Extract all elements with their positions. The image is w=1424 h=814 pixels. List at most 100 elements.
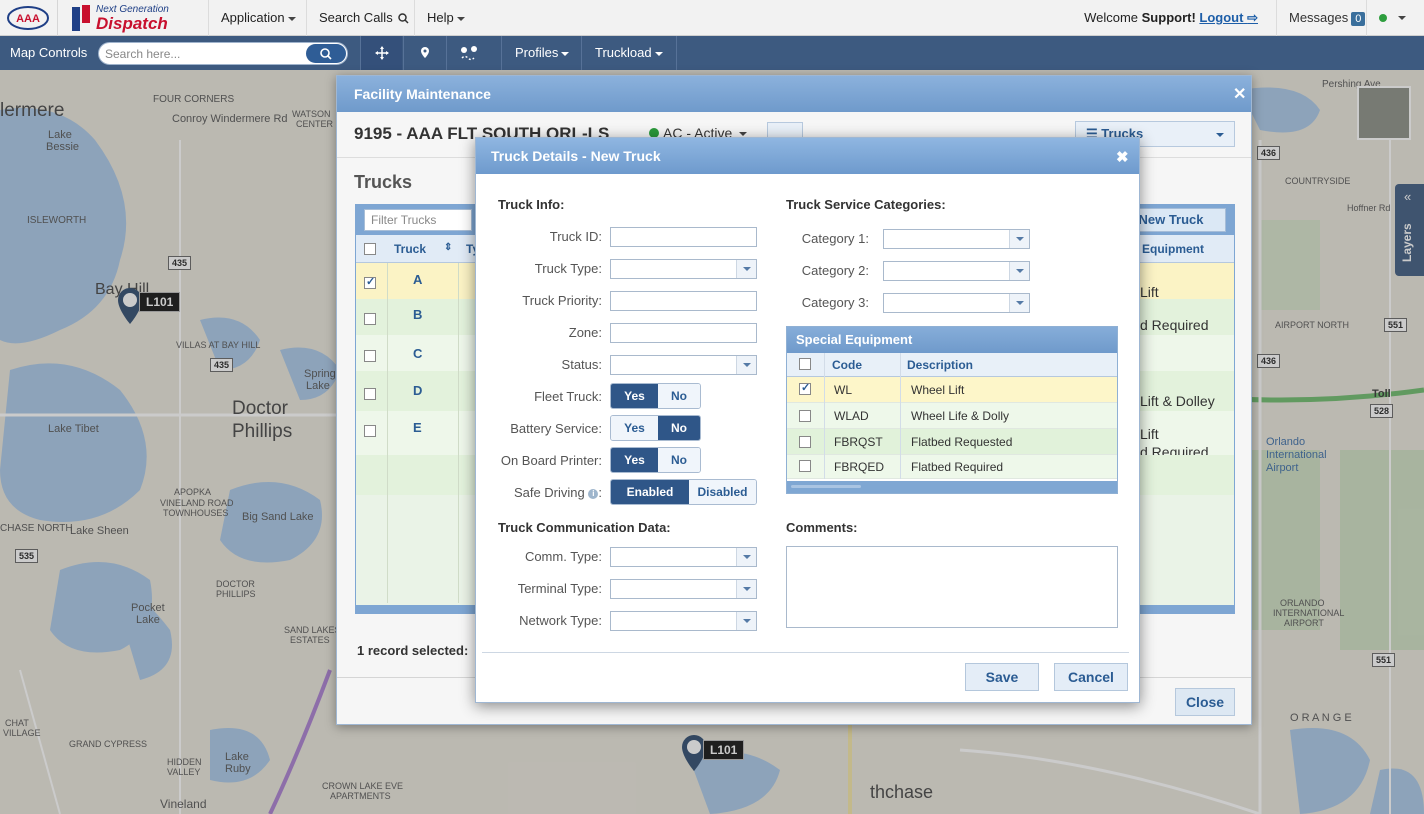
battery-service-toggle[interactable]: Yes No (610, 415, 701, 441)
category-3-label: Category 3: (801, 295, 869, 310)
row-checkbox[interactable] (364, 275, 376, 289)
chevron-down-icon[interactable] (1009, 262, 1029, 280)
move-icon (375, 46, 389, 60)
equipment-description: Flatbed Required (911, 460, 1004, 474)
column-header-description[interactable]: Description (907, 358, 973, 372)
comm-type-select[interactable] (610, 547, 757, 567)
equipment-description: Wheel Lift (911, 383, 965, 397)
sort-icon[interactable]: ⇕ (444, 242, 452, 253)
column-header-truck[interactable]: Truck (394, 242, 426, 256)
status-menu[interactable] (1366, 0, 1424, 36)
search-placeholder: Search here... (105, 47, 181, 61)
safe-driving-disabled[interactable]: Disabled (689, 480, 756, 504)
on-board-printer-label: On Board Printer: (500, 453, 602, 468)
equipment-code: WL (834, 383, 852, 397)
logout-link[interactable]: Logout ⇨ (1199, 10, 1258, 25)
dialog-title: Facility Maintenance (337, 76, 1251, 112)
column-divider (900, 353, 901, 479)
search-input[interactable]: Search here... (98, 42, 348, 65)
location-button[interactable] (403, 36, 445, 70)
messages-button[interactable]: Messages 0 (1276, 0, 1366, 36)
chevron-down-icon[interactable] (736, 548, 756, 566)
fleet-truck-yes[interactable]: Yes (611, 384, 658, 408)
comments-textarea[interactable] (786, 546, 1118, 628)
safe-driving-toggle[interactable]: Enabled Disabled (610, 479, 757, 505)
row-checkbox[interactable] (799, 410, 811, 422)
special-equipment-header: Code Description (787, 353, 1117, 377)
on-board-printer-yes[interactable]: Yes (611, 448, 658, 472)
truck-id-label: Truck ID: (549, 229, 602, 244)
truck-equipment: Lift (1140, 426, 1159, 442)
select-all-checkbox[interactable] (364, 243, 376, 255)
battery-service-no[interactable]: No (658, 416, 700, 440)
messages-label: Messages (1289, 10, 1349, 25)
row-checkbox[interactable] (799, 460, 811, 472)
category-2-select[interactable] (883, 261, 1030, 281)
aaa-logo: AAA (6, 4, 50, 32)
chevron-down-icon[interactable] (1009, 294, 1029, 312)
row-checkbox[interactable] (364, 313, 376, 325)
save-button[interactable]: Save (965, 663, 1039, 691)
close-icon[interactable]: ✖ (1116, 148, 1129, 166)
menu-search-calls[interactable]: Search Calls (306, 0, 421, 36)
chevron-down-icon (287, 16, 296, 21)
list-item[interactable]: FBRQED Flatbed Required (787, 455, 1117, 479)
zone-input[interactable] (610, 323, 757, 343)
battery-service-yes[interactable]: Yes (611, 416, 658, 440)
logout-icon: ⇨ (1247, 10, 1258, 25)
row-checkbox[interactable] (364, 350, 376, 362)
menu-application[interactable]: Application (208, 0, 308, 36)
fleet-truck-toggle[interactable]: Yes No (610, 383, 701, 409)
row-checkbox[interactable] (364, 388, 376, 400)
profiles-menu[interactable]: Profiles (501, 36, 582, 70)
on-board-printer-no[interactable]: No (658, 448, 700, 472)
truckload-menu[interactable]: Truckload (581, 36, 677, 70)
column-header-code[interactable]: Code (832, 358, 862, 372)
filter-trucks-input[interactable]: Filter Trucks (364, 209, 472, 231)
search-icon (320, 48, 332, 60)
list-item[interactable]: WL Wheel Lift (787, 377, 1117, 403)
chevron-down-icon[interactable] (1009, 230, 1029, 248)
welcome-message: Welcome Support! Logout ⇨ (1084, 0, 1258, 36)
row-checkbox[interactable] (364, 425, 376, 437)
route-button[interactable] (446, 36, 490, 70)
select-all-checkbox[interactable] (799, 358, 811, 370)
chevron-down-icon (1398, 16, 1406, 20)
network-type-label: Network Type: (519, 613, 602, 628)
special-equipment-panel: Special Equipment Code Description WL Wh… (786, 326, 1118, 494)
row-checkbox[interactable] (799, 436, 811, 448)
fleet-truck-no[interactable]: No (658, 384, 700, 408)
pan-tool-button[interactable] (360, 36, 402, 70)
close-button[interactable]: Close (1175, 688, 1235, 716)
list-item[interactable]: FBRQST Flatbed Requested (787, 429, 1117, 455)
truck-info-title: Truck Info: (498, 197, 565, 212)
safe-driving-enabled[interactable]: Enabled (611, 480, 689, 504)
column-header-equipment[interactable]: Equipment (1142, 242, 1204, 256)
chevron-down-icon[interactable] (736, 580, 756, 598)
equipment-code: WLAD (834, 409, 869, 423)
horizontal-scrollbar[interactable] (791, 485, 861, 488)
category-1-select[interactable] (883, 229, 1030, 249)
truck-type-label: Truck Type: (534, 261, 602, 276)
chevron-down-icon[interactable] (736, 356, 756, 374)
terminal-type-select[interactable] (610, 579, 757, 599)
menu-help[interactable]: Help (414, 0, 477, 36)
list-item[interactable]: WLAD Wheel Life & Dolly (787, 403, 1117, 429)
close-icon[interactable]: ✕ (1233, 84, 1246, 104)
status-select[interactable] (610, 355, 757, 375)
chevron-down-icon[interactable] (736, 612, 756, 630)
cancel-button-label: Cancel (1068, 669, 1114, 685)
search-button[interactable] (306, 44, 346, 63)
on-board-printer-toggle[interactable]: Yes No (610, 447, 701, 473)
truck-equipment: Lift & Dolley (1140, 393, 1215, 409)
map-controls-label[interactable]: Map Controls (10, 45, 87, 60)
network-type-select[interactable] (610, 611, 757, 631)
filter-placeholder: Filter Trucks (371, 213, 437, 227)
category-3-select[interactable] (883, 293, 1030, 313)
map-toolbar: Map Controls Search here... Profiles Tru… (0, 36, 1424, 70)
chevron-down-icon (1216, 133, 1224, 137)
cancel-button[interactable]: Cancel (1054, 663, 1128, 691)
truck-details-dialog: Truck Details - New Truck ✖ Truck Info: … (475, 137, 1140, 703)
info-icon[interactable]: i (588, 488, 599, 499)
row-checkbox[interactable] (799, 381, 811, 395)
